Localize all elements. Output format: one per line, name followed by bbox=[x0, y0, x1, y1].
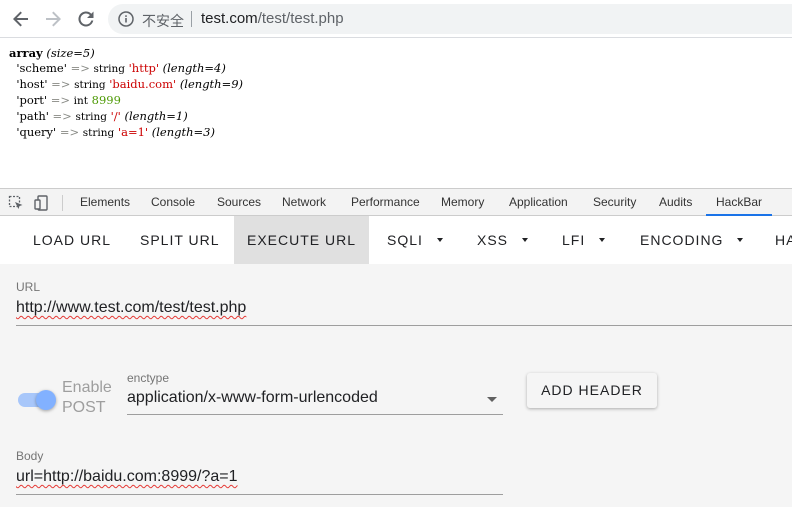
add-header-button[interactable]: ADD HEADER bbox=[527, 373, 657, 408]
url-field-label: URL bbox=[16, 280, 41, 294]
dump-type-name: string bbox=[93, 63, 125, 75]
dump-row: 'port' => int 8999 bbox=[9, 93, 243, 109]
tab-application[interactable]: Application bbox=[509, 189, 568, 216]
tab-console[interactable]: Console bbox=[151, 189, 195, 216]
encoding-label: ENCODING bbox=[640, 232, 724, 248]
dump-size: (size=5) bbox=[46, 46, 95, 60]
tab-sources[interactable]: Sources bbox=[217, 189, 261, 216]
lfi-label: LFI bbox=[562, 232, 586, 248]
url-input[interactable]: http://www.test.com/test/test.php bbox=[16, 299, 246, 317]
dump-length: (length=4) bbox=[162, 61, 226, 75]
device-toolbar-icon[interactable] bbox=[34, 195, 50, 211]
back-button[interactable] bbox=[9, 7, 33, 31]
url-path: /test/test.php bbox=[257, 10, 344, 27]
xss-label: XSS bbox=[477, 232, 509, 248]
var-dump-output: array (size=5) 'scheme' => string 'http'… bbox=[9, 46, 243, 141]
enctype-underline bbox=[127, 414, 503, 415]
browser-toolbar: 不安全 test.com/test/test.php bbox=[0, 0, 792, 38]
enable-post-toggle[interactable] bbox=[18, 390, 56, 410]
split-url-button[interactable]: SPLIT URL bbox=[140, 216, 220, 264]
hackbar-panel: URL http://www.test.com/test/test.php En… bbox=[0, 264, 792, 507]
dump-value: 'a=1' bbox=[117, 125, 149, 139]
chevron-down-icon bbox=[522, 238, 529, 243]
enable-post-label: Enable POST bbox=[62, 379, 112, 416]
dump-header: array (size=5) bbox=[9, 46, 243, 61]
dump-length: (length=3) bbox=[151, 125, 215, 139]
dump-arrow: => bbox=[52, 109, 72, 123]
dump-type-name: string bbox=[75, 111, 107, 123]
body-input[interactable]: url=http://baidu.com:8999/?a=1 bbox=[16, 468, 238, 486]
arrow-left-icon bbox=[13, 11, 28, 27]
chevron-down-icon bbox=[436, 238, 443, 243]
security-status[interactable]: 不安全 bbox=[142, 11, 184, 31]
reload-button[interactable] bbox=[74, 7, 98, 31]
sqli-menu[interactable]: SQLI bbox=[387, 216, 443, 264]
xss-menu[interactable]: XSS bbox=[477, 216, 529, 264]
sqli-label: SQLI bbox=[387, 232, 423, 248]
enctype-select[interactable]: application/x-www-form-urlencoded bbox=[127, 382, 503, 416]
forward-button[interactable] bbox=[41, 7, 65, 31]
enctype-value: application/x-www-form-urlencoded bbox=[127, 389, 378, 406]
dump-key: 'port' bbox=[16, 93, 48, 107]
more-menu[interactable]: HA bbox=[775, 216, 792, 264]
dump-row: 'path' => string '/' (length=1) bbox=[9, 109, 243, 125]
body-field-label: Body bbox=[16, 449, 44, 463]
tab-performance[interactable]: Performance bbox=[351, 189, 420, 216]
info-icon[interactable] bbox=[118, 11, 134, 27]
tab-memory[interactable]: Memory bbox=[441, 189, 484, 216]
toggle-thumb bbox=[36, 390, 56, 410]
load-url-button[interactable]: LOAD URL bbox=[33, 216, 111, 264]
chevron-down-icon bbox=[737, 238, 744, 243]
dump-key: 'scheme' bbox=[16, 61, 67, 75]
url-input-underline bbox=[16, 325, 792, 326]
dump-row: 'scheme' => string 'http' (length=4) bbox=[9, 61, 243, 77]
arrow-right-icon bbox=[46, 11, 61, 27]
tab-audits[interactable]: Audits bbox=[659, 189, 692, 216]
omnibox-divider bbox=[191, 11, 192, 27]
dump-value: 8999 bbox=[91, 93, 121, 107]
execute-url-button[interactable]: EXECUTE URL bbox=[234, 216, 369, 264]
dump-arrow: => bbox=[59, 125, 80, 139]
address-bar[interactable]: 不安全 test.com/test/test.php bbox=[108, 4, 792, 34]
dump-value: 'baidu.com' bbox=[109, 77, 177, 91]
dump-length: (length=9) bbox=[179, 77, 244, 91]
devtools-divider bbox=[62, 195, 63, 211]
dump-arrow: => bbox=[50, 93, 70, 107]
dump-key: 'host' bbox=[16, 77, 48, 91]
encoding-menu[interactable]: ENCODING bbox=[640, 216, 744, 264]
chevron-down-icon bbox=[599, 238, 606, 243]
dump-value: '/' bbox=[110, 109, 121, 123]
body-input-underline bbox=[16, 494, 503, 495]
dump-key: 'path' bbox=[16, 109, 49, 123]
chevron-down-icon bbox=[487, 397, 497, 402]
hackbar-menu: LOAD URL SPLIT URL EXECUTE URL SQLI XSS … bbox=[0, 216, 792, 264]
dump-length: (length=1) bbox=[124, 109, 188, 123]
devtools-tabbar: Elements Console Sources Network Perform… bbox=[0, 188, 792, 216]
tab-elements[interactable]: Elements bbox=[80, 189, 130, 216]
dump-type-name: int bbox=[73, 95, 88, 107]
reload-icon bbox=[78, 11, 94, 27]
url-host: test.com bbox=[201, 10, 258, 27]
dump-row: 'host' => string 'baidu.com' (length=9) bbox=[9, 77, 243, 93]
tab-network[interactable]: Network bbox=[282, 189, 326, 216]
dump-type-name: string bbox=[74, 79, 106, 91]
dump-value: 'http' bbox=[128, 61, 159, 75]
dump-key: 'query' bbox=[16, 125, 57, 139]
lfi-menu[interactable]: LFI bbox=[562, 216, 606, 264]
url-text[interactable]: test.com/test/test.php bbox=[201, 10, 344, 27]
dump-type-name: string bbox=[82, 127, 115, 139]
dump-type: array bbox=[9, 46, 43, 60]
dump-row: 'query' => string 'a=1' (length=3) bbox=[9, 125, 243, 141]
dump-arrow: => bbox=[70, 61, 90, 75]
tab-hackbar[interactable]: HackBar bbox=[706, 189, 773, 216]
inspect-element-icon[interactable] bbox=[8, 195, 24, 211]
tab-security[interactable]: Security bbox=[593, 189, 636, 216]
dump-arrow: => bbox=[51, 77, 71, 91]
